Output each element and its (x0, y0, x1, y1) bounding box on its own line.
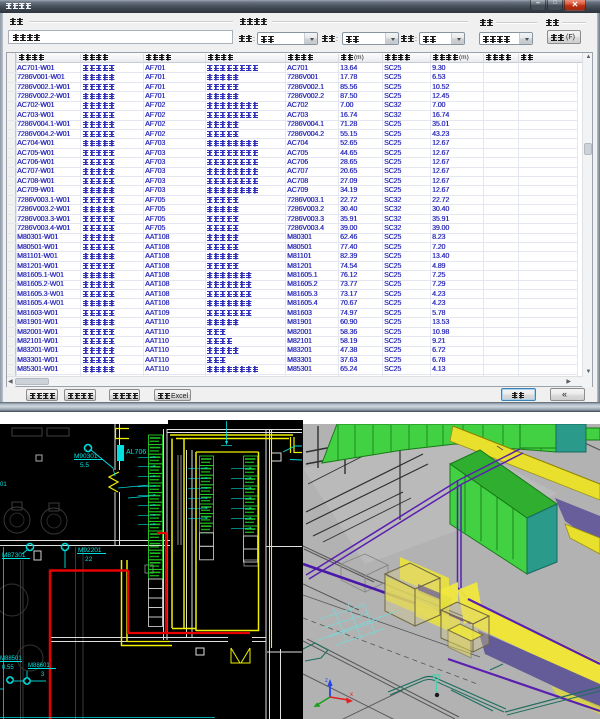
svg-text:01: 01 (0, 482, 7, 488)
svg-text:M92201: M92201 (78, 547, 102, 554)
svg-text:z: z (325, 678, 328, 684)
svg-text:0.55: 0.55 (2, 665, 14, 671)
svg-text:x: x (350, 692, 353, 698)
svg-text:M87301: M87301 (2, 552, 26, 559)
svg-text:5.5: 5.5 (80, 462, 89, 469)
svg-text:22: 22 (85, 556, 93, 563)
svg-text:M90301: M90301 (74, 453, 98, 460)
svg-text:AL706: AL706 (126, 449, 146, 456)
